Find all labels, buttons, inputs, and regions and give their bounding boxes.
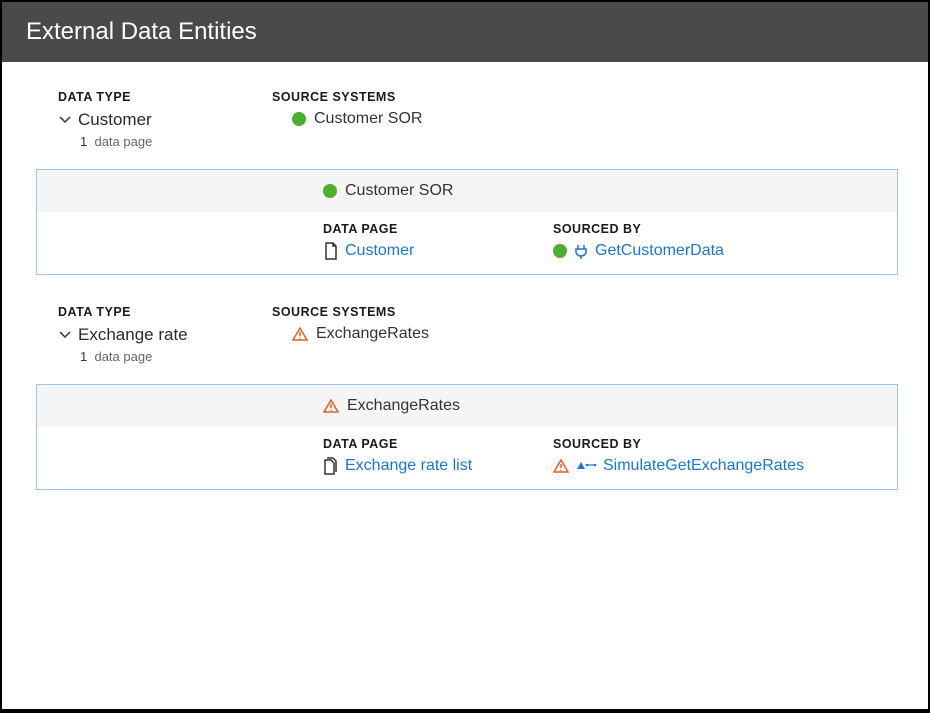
source-system-name: Customer SOR — [314, 110, 422, 128]
entity-detail-panel: Customer SOR DATA PAGE Customer — [36, 169, 898, 275]
warning-icon — [292, 326, 308, 342]
detail-source-item[interactable]: Customer SOR — [323, 182, 453, 200]
source-systems-label: SOURCE SYSTEMS — [272, 90, 532, 104]
data-page-link[interactable]: Customer — [323, 242, 553, 260]
data-page-label: DATA PAGE — [323, 222, 553, 236]
entity-block: DATA TYPE Customer 1 data page SOURCE SY… — [2, 90, 928, 275]
warning-icon — [323, 398, 339, 414]
chevron-down-icon — [58, 111, 72, 129]
data-page-name: Customer — [345, 242, 414, 260]
activity-icon — [575, 459, 597, 473]
status-ok-icon — [323, 184, 337, 198]
source-system-item[interactable]: ExchangeRates — [272, 325, 532, 343]
source-system-name: ExchangeRates — [316, 325, 429, 343]
sourced-by-link[interactable]: SimulateGetExchangeRates — [553, 457, 889, 475]
datatype-toggle[interactable]: Exchange rate — [58, 325, 272, 345]
data-page-link[interactable]: Exchange rate list — [323, 457, 553, 475]
detail-source-item[interactable]: ExchangeRates — [323, 397, 460, 415]
sourced-by-label: SOURCED BY — [553, 222, 889, 236]
datatype-subtext: 1 data page — [80, 349, 272, 364]
status-ok-icon — [292, 112, 306, 126]
detail-source-name: Customer SOR — [345, 182, 453, 200]
page-title: External Data Entities — [2, 2, 928, 62]
sourced-by-link[interactable]: GetCustomerData — [553, 242, 889, 260]
data-page-name: Exchange rate list — [345, 457, 472, 475]
page-multi-icon — [323, 457, 339, 475]
status-ok-icon — [553, 244, 567, 258]
plug-icon — [573, 243, 589, 259]
data-page-label: DATA PAGE — [323, 437, 553, 451]
datatype-name: Customer — [78, 110, 152, 130]
datatype-toggle[interactable]: Customer — [58, 110, 272, 130]
source-system-item[interactable]: Customer SOR — [272, 110, 532, 128]
entity-detail-panel: ExchangeRates DATA PAGE Exchange rate li… — [36, 384, 898, 490]
entity-block: DATA TYPE Exchange rate 1 data page SOUR… — [2, 305, 928, 490]
datatype-subtext: 1 data page — [80, 134, 272, 149]
chevron-down-icon — [58, 326, 72, 344]
sourced-by-label: SOURCED BY — [553, 437, 889, 451]
activity-name: SimulateGetExchangeRates — [603, 457, 804, 475]
detail-source-name: ExchangeRates — [347, 397, 460, 415]
data-type-label: DATA TYPE — [58, 90, 272, 104]
page-icon — [323, 242, 339, 260]
datatype-name: Exchange rate — [78, 325, 188, 345]
data-type-label: DATA TYPE — [58, 305, 272, 319]
warning-icon — [553, 458, 569, 474]
connector-name: GetCustomerData — [595, 242, 724, 260]
source-systems-label: SOURCE SYSTEMS — [272, 305, 532, 319]
